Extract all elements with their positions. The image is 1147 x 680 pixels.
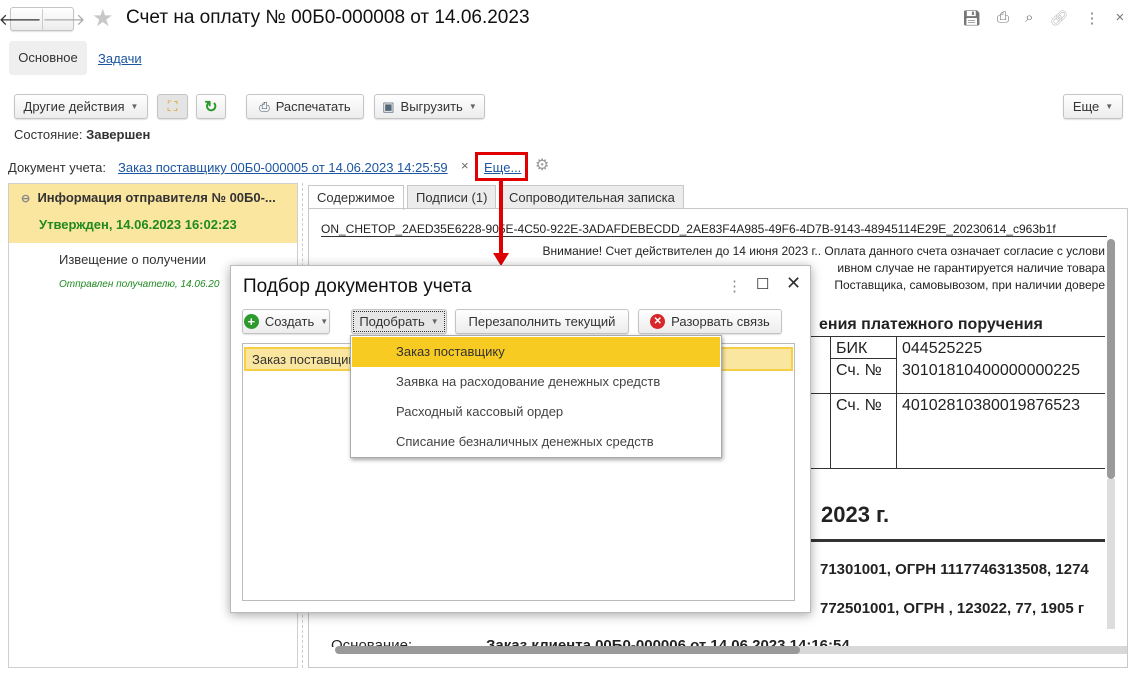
refresh-button[interactable]: ↻ (196, 94, 226, 119)
doc-heading: 2023 г. (821, 502, 890, 527)
remove-icon: ✕ (650, 314, 666, 329)
chevron-down-icon: ▼ (320, 317, 329, 326)
sender-info-title: Информация отправителя № 00Б0-... (37, 190, 276, 205)
export-button[interactable]: ▣ Выгрузить ▼ (374, 94, 485, 119)
hierarchy-icon: ⛶ (167, 98, 178, 114)
annotation-arrow (499, 181, 503, 255)
more-vertical-icon[interactable]: ⋮ (1085, 9, 1100, 27)
account-doc-link[interactable]: Заказ поставщику 00Б0-000005 от 14.06.20… (118, 160, 448, 175)
maximize-icon[interactable]: ☐ (756, 275, 769, 293)
pick-dropdown-menu: Заказ поставщику Заявка на расходование … (350, 335, 722, 458)
chevron-down-icon: ▼ (1105, 102, 1114, 111)
unlink-button[interactable]: ✕ Разорвать связь (638, 309, 782, 334)
tab-cover-note[interactable]: Сопроводительная записка (500, 185, 684, 209)
plus-icon: + (243, 314, 259, 329)
structure-button[interactable]: ⛶ (157, 94, 188, 119)
refresh-icon: ↻ (204, 98, 218, 116)
corr-account-value: 30101810400000000225 (902, 362, 1080, 379)
preview-icon[interactable]: ⌕ (1025, 9, 1033, 27)
bik-label: БИК (836, 340, 868, 357)
pick-label: Подобрать (359, 314, 425, 329)
table-line (830, 358, 896, 359)
menu-item-cashless-writeoff[interactable]: Списание безналичных денежных средств (352, 427, 720, 457)
refill-button[interactable]: Перезаполнить текущий (455, 309, 629, 334)
back-button[interactable]: 🡐 (0, 8, 43, 30)
table-line (830, 336, 831, 468)
header-actions: 💾︎ ⎙ ⌕ 🔗︎ ⋮ × (962, 9, 1124, 27)
printer-icon: ⎙ (259, 98, 270, 114)
doc-section-title: ения платежного поручения (819, 316, 1043, 333)
account-label: Сч. № (836, 397, 882, 414)
more-button[interactable]: Еще ▼ (1063, 94, 1123, 119)
gear-icon[interactable]: ⚙ (535, 155, 549, 175)
chevron-down-icon: ▼ (468, 102, 477, 111)
vertical-scrollbar[interactable] (1107, 239, 1115, 479)
pick-documents-dialog: Подбор документов учета ⋮ ☐ ✕ + Создать ▼ … (230, 265, 811, 613)
dialog-title: Подбор документов учета (243, 276, 472, 297)
save-icon[interactable]: 💾︎ (962, 9, 981, 27)
menu-item-cash-request[interactable]: Заявка на расходование денежных средств (352, 367, 720, 397)
forward-button[interactable]: 🡒 (43, 9, 86, 30)
link-icon[interactable]: 🔗︎ (1049, 9, 1068, 27)
chevron-down-icon: ▼ (430, 317, 439, 326)
doc-notice-2: ивном случае не гарантируется наличие то… (837, 261, 1105, 275)
doc-notice-3: Поставщика, самовывозом, при наличии дов… (834, 278, 1105, 292)
horizontal-scrollbar[interactable] (335, 646, 800, 654)
corr-account-label: Сч. № (836, 362, 882, 379)
create-button[interactable]: + Создать ▼ (242, 309, 330, 334)
table-line (896, 336, 897, 468)
doc-filename: ON_CHETOP_2AED35E6228-905E-4C50-922E-3AD… (321, 222, 1107, 237)
doc-buyer-line: 772501001, ОГРН , 123022, 77, 1905 г (820, 600, 1085, 617)
more-label: Еще (1072, 99, 1100, 114)
status-label: Состояние: (14, 127, 83, 142)
print-button[interactable]: ⎙ Распечатать (246, 94, 364, 119)
account-value: 40102810380019876523 (902, 397, 1080, 414)
row-document: Заказ поставщику (252, 352, 361, 367)
doc-supplier-line: 71301001, ОГРН 1117746313508, 1274 (820, 561, 1089, 578)
tab-signatures[interactable]: Подписи (1) (407, 185, 497, 209)
close-icon[interactable]: × (1116, 9, 1125, 27)
print-icon[interactable]: ⎙ (997, 9, 1009, 27)
tab-main[interactable]: Основное (9, 41, 87, 75)
pick-button[interactable]: Подобрать ▼ (351, 309, 447, 334)
create-label: Создать (264, 314, 315, 329)
menu-item-cash-order[interactable]: Расходный кассовый ордер (352, 397, 720, 427)
sender-info-row[interactable]: ⊖ Информация отправителя № 00Б0-... Утве… (9, 184, 297, 243)
menu-item-supplier-order[interactable]: Заказ поставщику (352, 337, 720, 367)
status-row: Состояние: Завершен (14, 127, 150, 142)
other-actions-button[interactable]: Другие действия ▼ (14, 94, 148, 119)
unlink-label: Разорвать связь (671, 314, 770, 329)
star-icon[interactable]: ★ (92, 4, 114, 33)
other-actions-label: Другие действия (23, 99, 125, 114)
status-value: Завершен (86, 127, 151, 142)
account-doc-label: Документ учета: (8, 160, 107, 175)
nav-buttons: 🡐 🡒 (0, 7, 85, 31)
bik-value: 044525225 (902, 340, 983, 357)
print-label: Распечатать (275, 99, 351, 114)
export-label: Выгрузить (400, 99, 463, 114)
tab-tasks[interactable]: Задачи (98, 51, 142, 66)
clear-icon[interactable]: × (461, 158, 469, 173)
refill-label: Перезаполнить текущий (468, 314, 616, 329)
collapse-icon[interactable]: ⊖ (21, 193, 30, 205)
tab-content[interactable]: Содержимое (308, 185, 404, 210)
page-title: Счет на оплату № 00Б0-000008 от 14.06.20… (126, 7, 530, 28)
account-doc-more-link[interactable]: Еще... (484, 160, 521, 175)
floppy-icon: ▣ (382, 98, 395, 114)
approved-status: Утвержден, 14.06.2023 16:02:23 (39, 217, 237, 232)
more-vertical-icon[interactable]: ⋮ (727, 277, 742, 295)
doc-notice-1: Внимание! Счет действителен до 14 июня 2… (542, 244, 1105, 258)
scroll-track (1107, 479, 1115, 629)
chevron-down-icon: ▼ (130, 102, 139, 111)
close-icon[interactable]: ✕ (786, 273, 801, 294)
